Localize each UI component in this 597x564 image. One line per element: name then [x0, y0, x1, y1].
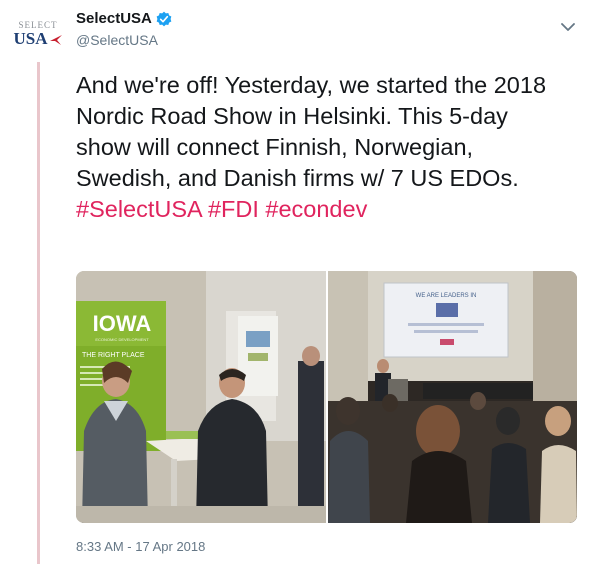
hashtag-fdi[interactable]: #FDI	[208, 196, 259, 222]
photo-conference-room[interactable]: WE ARE LEADERS IN	[328, 271, 577, 523]
banner-title: IOWA	[93, 311, 152, 336]
banner-tagline: THE RIGHT PLACE	[82, 352, 145, 359]
thread-line	[37, 62, 40, 564]
screen-title: WE ARE LEADERS IN	[416, 293, 477, 299]
banner-subtitle: ECONOMIC DEVELOPMENT	[95, 337, 149, 342]
conference-photo-illustration: WE ARE LEADERS IN	[328, 271, 577, 523]
hashtag-selectusa[interactable]: #SelectUSA	[76, 196, 201, 222]
photo-booth-meeting[interactable]: IOWA ECONOMIC DEVELOPMENT THE RIGHT PLAC…	[76, 271, 326, 523]
avatar[interactable]: SELECT USA	[14, 10, 62, 58]
hashtag-econdev[interactable]: #econdev	[265, 196, 367, 222]
star-icon	[49, 35, 62, 45]
booth-photo-illustration: IOWA ECONOMIC DEVELOPMENT THE RIGHT PLAC…	[76, 271, 326, 523]
handle[interactable]: @SelectUSA	[76, 32, 158, 48]
display-name[interactable]: SelectUSA	[76, 10, 152, 27]
media-gallery: IOWA ECONOMIC DEVELOPMENT THE RIGHT PLAC…	[76, 271, 577, 523]
tweet-timestamp[interactable]: 8:33 AM - 17 Apr 2018	[76, 539, 205, 554]
tweet-text: And we're off! Yesterday, we started the…	[76, 70, 566, 225]
chevron-down-icon[interactable]	[561, 22, 575, 32]
verified-badge-icon	[156, 11, 172, 26]
tweet-body: And we're off! Yesterday, we started the…	[76, 72, 553, 191]
author-name-row[interactable]: SelectUSA	[76, 10, 172, 27]
avatar-bottom-text: USA	[13, 29, 48, 48]
